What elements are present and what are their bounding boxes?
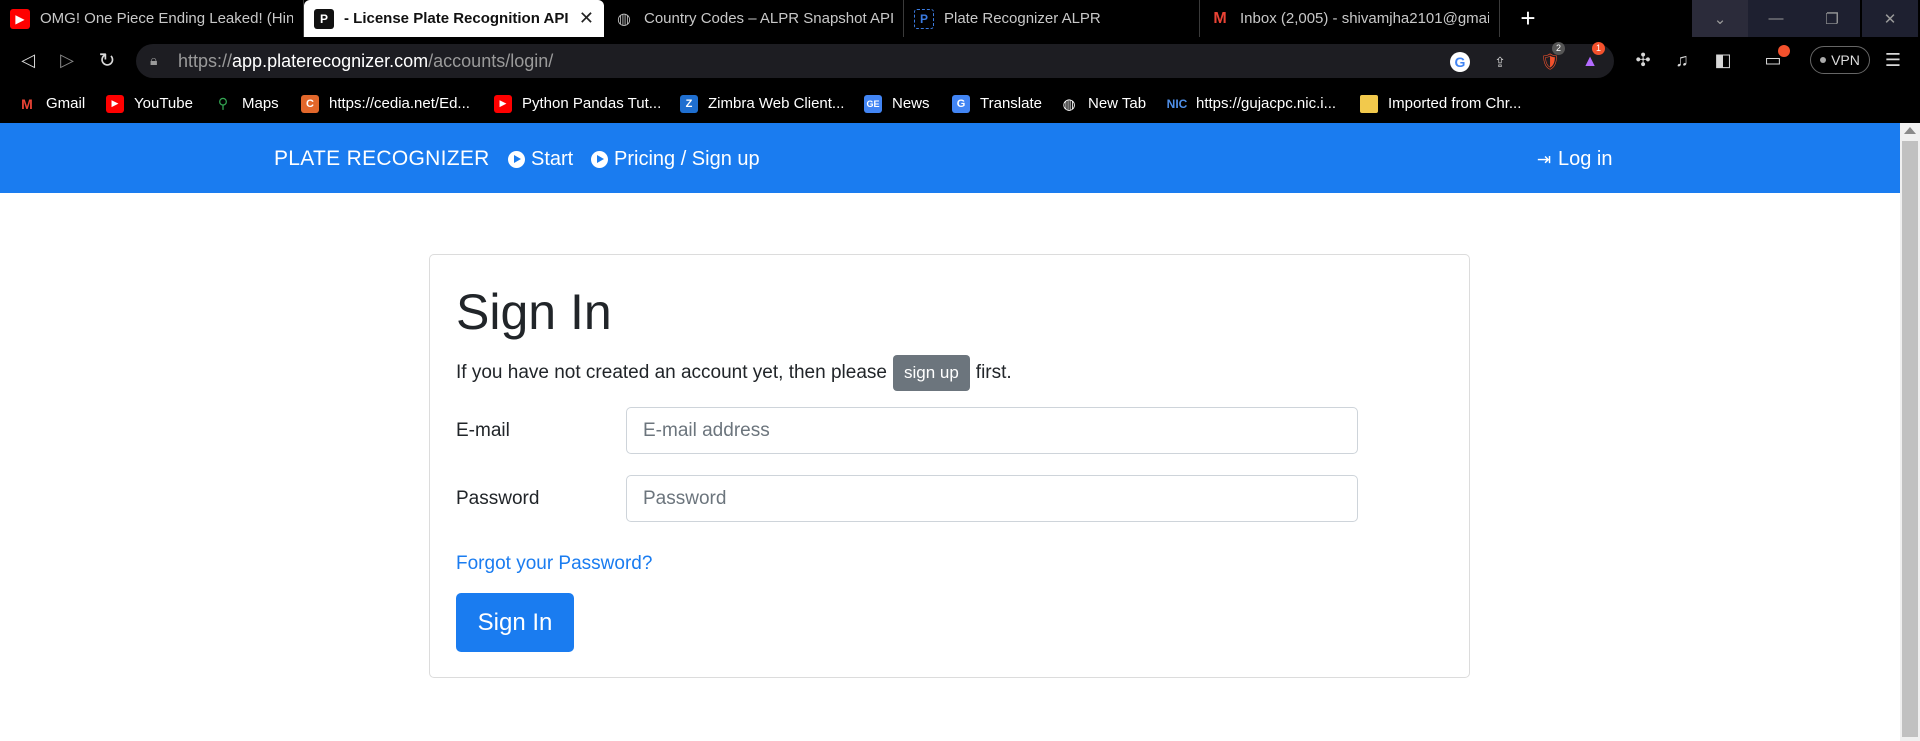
extensions-icon[interactable]: ✣ [1628, 37, 1658, 84]
bookmark-news[interactable]: GE News [864, 84, 930, 123]
globe-icon: ◍ [1062, 95, 1076, 113]
media-icon[interactable]: ♫ [1667, 37, 1697, 84]
play-circle-icon [508, 151, 525, 168]
youtube-icon: ▶ [10, 8, 30, 29]
page-scrollbar[interactable] [1900, 123, 1920, 741]
rewards-badge: 1 [1592, 42, 1605, 55]
url-text[interactable]: https://app.platerecognizer.com/accounts… [178, 51, 553, 72]
browser-toolbar: ◁ ▷ ↻ 🔒︎ https://app.platerecognizer.com… [0, 37, 1920, 84]
vpn-status-dot [1820, 57, 1827, 63]
sidebar-icon[interactable]: ◧ [1708, 37, 1738, 84]
new-tab-button[interactable]: + [1512, 0, 1544, 37]
scroll-up-arrow-icon[interactable] [1904, 127, 1916, 134]
vpn-button[interactable]: VPN [1810, 46, 1870, 74]
browser-tab-strip: ▶ OMG! One Piece Ending Leaked! (Hind P … [0, 0, 1920, 37]
signin-card: Sign In If you have not created an accou… [429, 254, 1470, 678]
bookmark-imported-folder[interactable]: Imported from Chr... [1360, 84, 1521, 123]
bookmark-cedia[interactable]: C https://cedia.net/Ed... [301, 84, 470, 123]
tab-country-codes[interactable]: ◍ Country Codes – ALPR Snapshot API D [604, 0, 904, 37]
nav-login-link[interactable]: ⇥ Log in [1535, 148, 1613, 171]
bookmark-gujacpc[interactable]: NIC https://gujacpc.nic.i... [1166, 84, 1336, 123]
bookmark-translate[interactable]: G Translate [952, 84, 1042, 123]
bookmark-youtube[interactable]: ▶ YouTube [106, 84, 193, 123]
scroll-thumb[interactable] [1902, 141, 1918, 737]
maps-icon: ⚲ [217, 95, 229, 111]
play-circle-icon [591, 151, 608, 168]
email-field[interactable] [626, 407, 1358, 454]
youtube-icon: ▶ [106, 94, 124, 113]
password-field[interactable] [626, 475, 1358, 522]
bookmark-zimbra[interactable]: Z Zimbra Web Client... [680, 84, 844, 123]
password-label: Password [456, 488, 540, 509]
plate-recognizer-icon: P [914, 8, 934, 29]
tab-license-plate[interactable]: P - License Plate Recognition API ✕ [304, 0, 604, 37]
brand-link[interactable]: PLATE RECOGNIZER [274, 147, 490, 171]
bookmarks-bar: M Gmail ▶ YouTube ⚲ Maps C https://cedia… [0, 84, 1920, 123]
reload-icon[interactable]: ↻ [92, 37, 122, 84]
gmail-icon: M [1213, 9, 1227, 27]
page-viewport: PLATE RECOGNIZER Start Pricing / Sign up… [0, 123, 1900, 741]
youtube-icon: ▶ [494, 94, 512, 113]
nav-start-link[interactable]: Start [508, 148, 573, 171]
wallet-notification-dot [1778, 45, 1790, 57]
nav-pricing-link[interactable]: Pricing / Sign up [591, 148, 760, 171]
signup-prompt: If you have not created an account yet, … [456, 355, 1012, 391]
tab-search-chevron-icon[interactable]: ⌄ [1692, 0, 1748, 37]
minimize-window-button[interactable]: — [1748, 0, 1804, 37]
globe-icon: ◍ [617, 10, 631, 28]
close-window-button[interactable]: ✕ [1862, 0, 1918, 37]
forward-icon[interactable]: ▷ [52, 37, 82, 84]
rewards-icon[interactable]: ▲ [1580, 52, 1600, 72]
tab-plate-recognizer-alpr[interactable]: P Plate Recognizer ALPR [904, 0, 1200, 37]
sign-in-icon: ⇥ [1536, 149, 1552, 169]
share-icon[interactable]: ⇪ [1490, 52, 1510, 72]
bookmark-maps[interactable]: ⚲ Maps [214, 84, 279, 123]
brave-shield-badge: 2 [1552, 42, 1565, 55]
news-icon: GE [864, 94, 882, 113]
email-label: E-mail [456, 420, 510, 441]
tab-inbox[interactable]: M Inbox (2,005) - shivamjha2101@gmail [1200, 0, 1500, 37]
tab-one-piece[interactable]: ▶ OMG! One Piece Ending Leaked! (Hind [0, 0, 304, 37]
google-icon[interactable]: G [1450, 52, 1470, 72]
plate-recognizer-icon: P [314, 8, 334, 29]
folder-icon [1360, 94, 1378, 113]
cedia-icon: C [301, 94, 319, 113]
site-navbar: PLATE RECOGNIZER Start Pricing / Sign up… [0, 123, 1900, 193]
restore-window-button[interactable]: ❐ [1804, 0, 1860, 37]
back-icon[interactable]: ◁ [13, 37, 43, 84]
close-icon[interactable]: ✕ [579, 8, 594, 29]
brave-shield-icon[interactable]: 🛡︎ [1540, 52, 1560, 72]
bookmark-new-tab[interactable]: ◍ New Tab [1060, 84, 1146, 123]
page-title: Sign In [456, 284, 612, 340]
bookmark-python-pandas[interactable]: ▶ Python Pandas Tut... [494, 84, 661, 123]
gmail-icon: M [21, 95, 33, 112]
menu-icon[interactable]: ☰ [1878, 37, 1908, 84]
bookmark-gmail[interactable]: M Gmail [18, 84, 85, 123]
signin-button[interactable]: Sign In [456, 593, 574, 652]
address-bar[interactable]: 🔒︎ https://app.platerecognizer.com/accou… [136, 42, 1614, 78]
forgot-password-link[interactable]: Forgot your Password? [456, 553, 652, 575]
nic-icon: NIC [1166, 96, 1188, 111]
lock-icon: 🔒︎ [150, 52, 158, 68]
signup-button[interactable]: sign up [892, 355, 970, 391]
translate-icon: G [952, 94, 970, 113]
zimbra-icon: Z [680, 94, 698, 113]
